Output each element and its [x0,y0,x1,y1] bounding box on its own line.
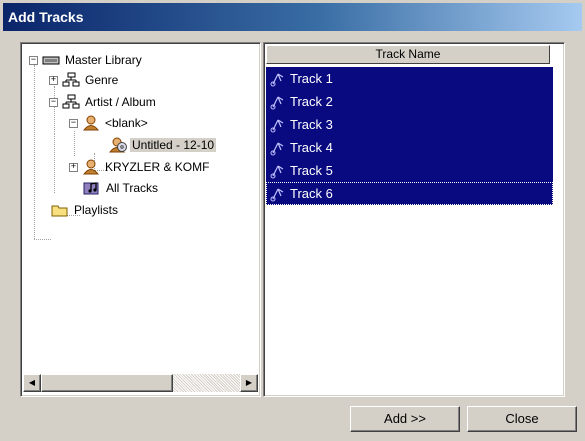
track-name: Track 1 [290,71,333,86]
hierarchy-icon [62,94,80,110]
hierarchy-icon [62,72,80,88]
expand-icon[interactable]: + [69,162,78,172]
music-note-icon [270,95,284,109]
tree-node-label: Master Library [65,53,142,67]
tree-node-all-tracks[interactable]: All Tracks [83,179,160,197]
track-row[interactable]: Track 2 [266,90,553,113]
music-note-icon [270,141,284,155]
scroll-left-arrow-icon[interactable]: ◀ [23,374,41,392]
tree-node-kryzler-artist[interactable]: + KRYZLER & KOMF [69,158,211,176]
tree-node-artist-album[interactable]: − Artist / Album [49,93,158,111]
collapse-icon[interactable]: − [69,118,78,128]
scroll-thumb[interactable] [41,374,173,392]
music-note-icon [270,164,284,178]
track-row[interactable]: Track 3 [266,113,553,136]
library-tree[interactable]: − Master Library + Genre − Artist / Albu… [20,42,261,397]
track-name: Track 6 [290,186,333,201]
tree-node-label: All Tracks [106,181,159,195]
track-name: Track 3 [290,117,333,132]
all-tracks-icon [83,180,101,196]
close-button[interactable]: Close [467,406,577,432]
tree-node-genre[interactable]: + Genre [49,71,120,89]
track-name: Track 4 [290,140,333,155]
track-name: Track 5 [290,163,333,178]
tree-node-master-library[interactable]: − Master Library [29,51,144,69]
music-note-icon [270,118,284,132]
music-note-icon [270,187,284,201]
collapse-icon[interactable]: − [29,55,38,65]
window-title: Add Tracks [3,3,582,31]
collapse-icon[interactable]: − [49,97,58,107]
tree-horizontal-scrollbar[interactable]: ◀ ▶ [23,374,258,392]
expand-icon[interactable]: + [49,75,58,85]
album-disc-icon [108,137,127,153]
artist-icon [82,159,100,175]
tree-node-blank-artist[interactable]: − <blank> [69,114,150,132]
artist-icon [82,115,100,131]
track-rows: Track 1 Track 2 Track 3 Track 4 Track 5 Track… [266,67,553,205]
track-row[interactable]: Track 4 [266,136,553,159]
tree-node-label: Genre [85,73,119,87]
tree-node-label: Artist / Album [85,95,156,109]
column-header-track-name[interactable]: Track Name [266,45,550,64]
track-row[interactable]: Track 5 [266,159,553,182]
tree-node-label: KRYZLER & KOMF [105,160,210,174]
folder-icon [51,202,69,218]
track-row[interactable]: Track 1 [266,67,553,90]
tree-node-label: Playlists [74,203,119,217]
track-list[interactable]: Track Name Track 1 Track 2 Track 3 Track 4T… [263,42,565,397]
track-name: Track 2 [290,94,333,109]
drive-icon [42,52,60,68]
scroll-track[interactable] [173,374,240,392]
music-note-icon [270,72,284,86]
tree-node-label: Untitled - 12-10 [130,138,217,152]
add-tracks-dialog: Add Tracks − Master Library + Genre − Ar… [0,0,585,441]
tree-node-playlists[interactable]: Playlists [51,201,120,219]
tree-node-label: <blank> [105,116,148,130]
scroll-right-arrow-icon[interactable]: ▶ [240,374,258,392]
add-button[interactable]: Add >> [350,406,460,432]
track-row[interactable]: Track 6 [266,182,553,205]
tree-node-untitled-album[interactable]: Untitled - 12-10 [108,136,217,154]
